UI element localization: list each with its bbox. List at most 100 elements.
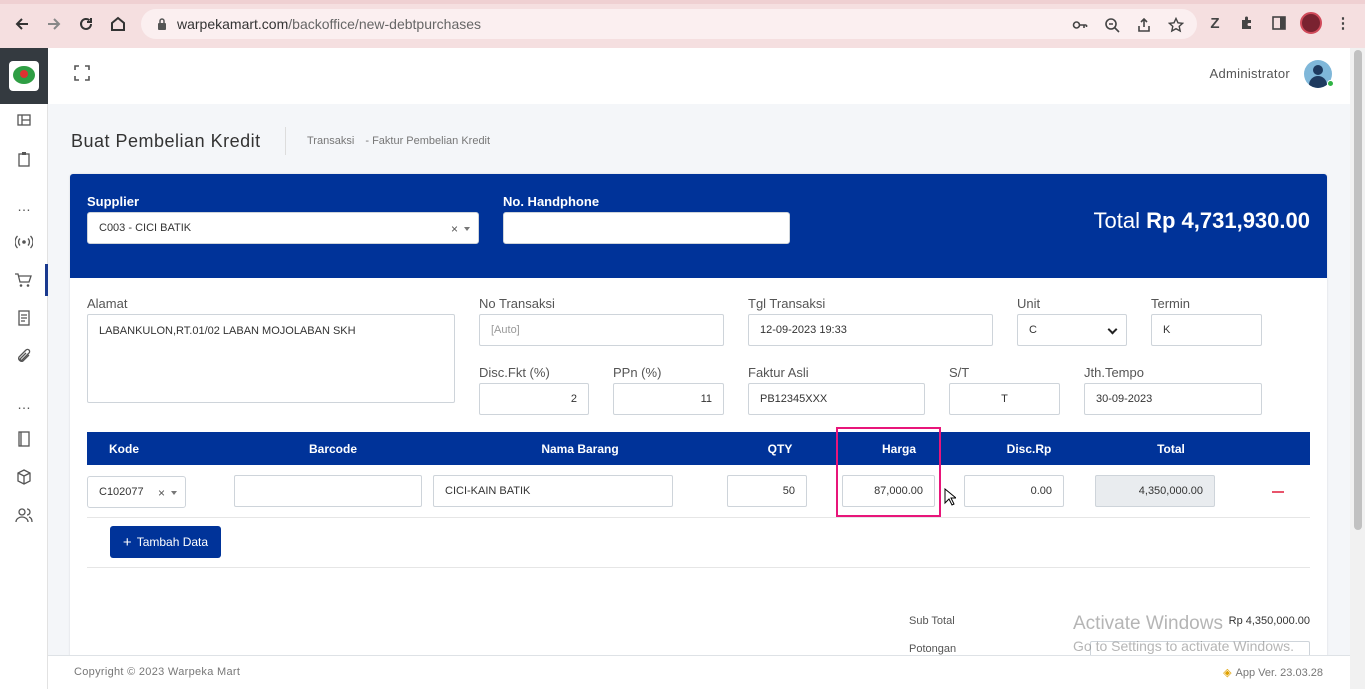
total-value: Rp 4,731,930.00 [1146,208,1310,233]
menu-kebab-icon[interactable]: ⋮ [1332,12,1354,34]
unit-label: Unit [1017,296,1041,311]
kode-select[interactable]: C102077 × [87,476,186,508]
jth-tempo-label: Jth.Tempo [1084,365,1144,380]
warpeka-logo[interactable] [9,61,39,91]
cart-icon[interactable] [0,264,48,296]
phone-input[interactable] [503,212,790,244]
unit-select[interactable]: C [1017,314,1127,346]
tambah-data-label: Tambah Data [136,535,209,549]
col-kode: Kode [109,442,139,456]
logo-container [0,48,48,104]
breadcrumb-current: - Faktur Pembelian Kredit [365,135,491,147]
barcode-input[interactable] [234,475,422,507]
ppn-label: PPn (%) [613,365,662,380]
activate-windows-subtitle: Go to Settings to activate Windows. [1073,638,1294,654]
attachment-icon[interactable] [0,340,48,372]
copyright-text: Copyright © 2023 Warpeka Mart [74,666,241,678]
share-icon[interactable] [1135,16,1153,34]
col-qty: QTY [767,442,793,456]
page-scrollbar[interactable] [1350,48,1365,689]
more-dots-icon-2: … [17,396,31,412]
forward-icon[interactable] [42,12,66,36]
unit-value: C [1029,324,1037,336]
qty-input[interactable]: 50 [727,475,807,507]
chevron-down-icon [1107,324,1118,335]
user-name[interactable]: Administrator [1210,66,1290,81]
clipboard-icon[interactable] [0,143,48,175]
jth-tempo-input[interactable]: 30-09-2023 [1084,383,1262,415]
broadcast-icon[interactable] [0,226,48,258]
disc-fkt-label: Disc.Fkt (%) [479,365,550,380]
bookmark-star-icon[interactable] [1167,16,1185,34]
book-icon[interactable] [0,423,48,455]
breadcrumb-transaksi[interactable]: Transaksi [307,135,354,147]
clear-supplier-icon[interactable]: × [451,222,458,236]
side-panel-icon[interactable] [1268,12,1290,34]
chevron-down-icon [171,491,177,495]
supplier-value: C003 - CICI BATIK [99,222,192,234]
potongan-label: Potongan [909,643,957,655]
profile-avatar[interactable] [1300,12,1322,34]
url-path: /backoffice/new-debtpurchases [288,16,482,32]
supplier-select[interactable]: C003 - CICI BATIK × [87,212,479,244]
faktur-asli-input[interactable]: PB12345XXX [748,383,925,415]
back-icon[interactable] [10,12,34,36]
online-status-dot [1327,80,1334,87]
app-topbar: Administrator [48,48,1350,104]
footer: Copyright © 2023 Warpeka Mart ◈ App Ver. … [48,655,1350,689]
app-version-text: App Ver. 23.03.28 [1235,667,1323,679]
col-total: Total [1157,442,1185,456]
grand-total: Total Rp 4,731,930.00 [1094,208,1311,234]
phone-label: No. Handphone [503,194,600,209]
fullscreen-icon[interactable] [74,65,90,81]
purchase-form-card: Supplier C003 - CICI BATIK × No. Handpho… [70,174,1327,667]
address-bar[interactable]: warpekamart.com/backoffice/new-debtpurch… [141,9,1197,39]
page-title: Buat Pembelian Kredit [71,131,261,151]
no-transaksi-input[interactable]: [Auto] [479,314,724,346]
harga-highlight-box [836,427,941,517]
clear-kode-icon[interactable]: × [158,486,165,500]
tab-strip [0,0,1365,4]
nama-barang-input[interactable]: CICI-KAIN BATIK [433,475,673,507]
items-table-header: Kode Barcode Nama Barang QTY Harga Disc.… [87,432,1310,465]
col-nama-barang: Nama Barang [541,442,619,456]
browser-chrome: warpekamart.com/backoffice/new-debtpurch… [0,0,1365,48]
chevron-down-icon [464,227,470,231]
termin-input[interactable]: K [1151,314,1262,346]
key-icon[interactable] [1071,16,1089,34]
zoom-icon[interactable] [1103,16,1121,34]
row-total-field: 4,350,000.00 [1095,475,1215,507]
more-dots-icon: … [17,198,31,214]
scrollbar-thumb[interactable] [1354,50,1362,530]
sidebar: … … [0,48,48,689]
breadcrumb: Transaksi - Faktur Pembelian Kredit [307,135,498,147]
remove-row-icon[interactable] [1272,491,1284,493]
home-icon[interactable] [106,12,130,36]
reload-icon[interactable] [74,12,98,36]
card-header: Supplier C003 - CICI BATIK × No. Handpho… [70,174,1327,278]
dashboard-icon[interactable] [0,104,48,136]
z-extension-icon[interactable]: Z [1204,12,1226,34]
disc-rp-input[interactable]: 0.00 [964,475,1064,507]
no-transaksi-label: No Transaksi [479,296,555,311]
tgl-transaksi-input[interactable]: 12-09-2023 19:33 [748,314,993,346]
table-bottom-divider [87,567,1310,568]
url-text: warpekamart.com/backoffice/new-debtpurch… [177,16,481,32]
st-input[interactable]: T [949,383,1060,415]
st-label: S/T [949,365,970,380]
alamat-textarea[interactable]: LABANKULON,RT.01/02 LABAN MOJOLABAN SKH [87,314,455,403]
activate-windows-title: Activate Windows [1073,613,1223,634]
lock-icon [158,18,166,30]
disc-fkt-input[interactable]: 2 [479,383,589,415]
receipt-icon[interactable] [0,302,48,334]
col-barcode: Barcode [308,442,358,456]
extensions-puzzle-icon[interactable] [1236,12,1258,34]
users-icon[interactable] [0,499,48,531]
tambah-data-button[interactable]: + Tambah Data [110,526,221,558]
ppn-input[interactable]: 11 [613,383,724,415]
termin-label: Termin [1151,296,1191,311]
mouse-cursor-icon [944,488,956,506]
supplier-label: Supplier [87,194,140,209]
box-icon[interactable] [0,461,48,493]
title-divider [285,127,286,155]
